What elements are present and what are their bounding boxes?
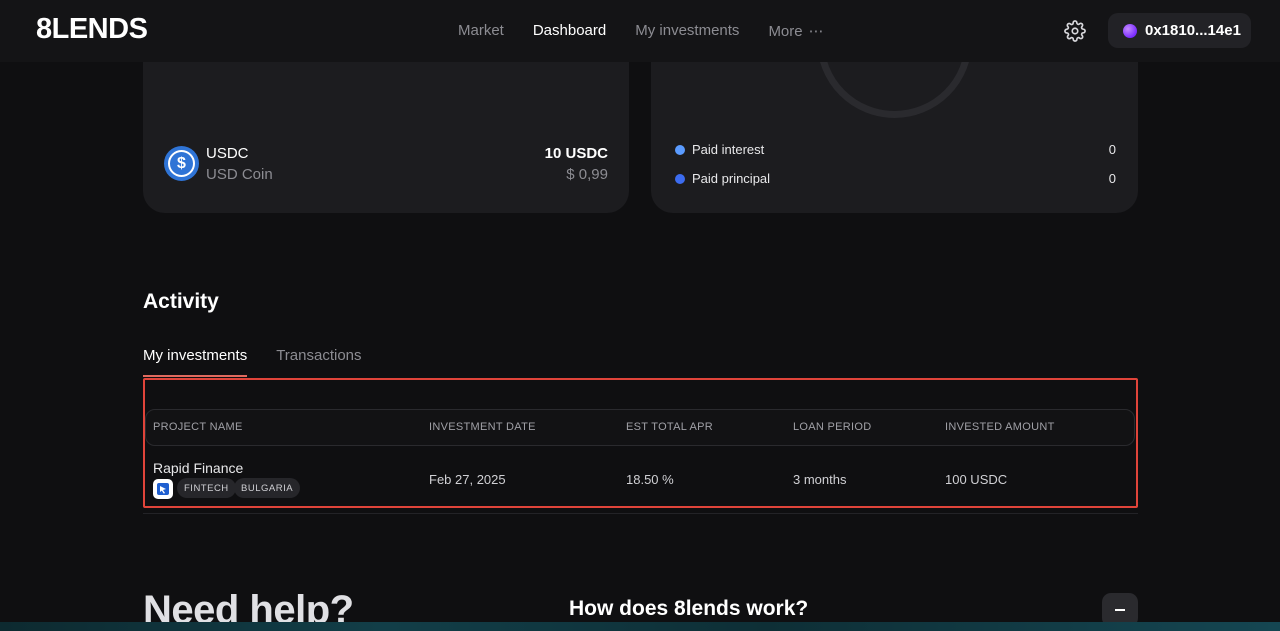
tab-my-investments[interactable]: My investments — [143, 347, 248, 377]
legend-dot-icon — [675, 144, 685, 155]
legend-label: Paid interest — [692, 142, 765, 157]
activity-title: Activity — [143, 290, 219, 313]
legend-value-paid-interest: 0 — [1108, 142, 1116, 157]
logo[interactable]: 8LENDS — [36, 13, 148, 46]
usdc-icon: $ — [164, 146, 199, 181]
wallet-address: 0x1810...14e1 — [1145, 22, 1241, 39]
legend-dot-icon — [675, 173, 685, 184]
wallet-button[interactable]: 0x1810...14e1 — [1108, 13, 1251, 48]
dollar-sign-icon: $ — [168, 150, 195, 177]
wallet-avatar-icon — [1123, 23, 1137, 38]
asset-symbol: USDC — [206, 145, 249, 162]
more-dots-icon: ⋯ — [808, 23, 825, 40]
asset-amount: 10 USDC — [544, 145, 608, 162]
faq-question[interactable]: How does 8lends work? — [569, 597, 808, 621]
legend-paid-principal: Paid principal — [675, 171, 770, 186]
tab-transactions[interactable]: Transactions — [276, 347, 361, 377]
footer-gradient — [0, 622, 1280, 631]
nav-item-more[interactable]: More ⋯ — [768, 22, 824, 40]
table-bottom-divider — [143, 513, 1138, 514]
asset-name: USD Coin — [206, 166, 273, 183]
asset-usd-value: $ 0,99 — [566, 166, 608, 183]
nav-item-dashboard[interactable]: Dashboard — [533, 22, 606, 40]
gear-icon[interactable] — [1064, 20, 1086, 42]
table-highlight-box — [143, 378, 1138, 508]
legend-value-paid-principal: 0 — [1108, 171, 1116, 186]
activity-tabs: My investments Transactions — [143, 347, 362, 377]
minus-icon — [1115, 609, 1125, 611]
top-navigation: 8LENDS Market Dashboard My investments M… — [0, 0, 1280, 62]
nav-item-more-label: More — [768, 23, 803, 40]
main-nav: Market Dashboard My investments More ⋯ — [458, 22, 825, 40]
legend-paid-interest: Paid interest — [675, 142, 764, 157]
nav-item-my-investments[interactable]: My investments — [635, 22, 739, 40]
legend-label: Paid principal — [692, 171, 771, 186]
nav-item-market[interactable]: Market — [458, 22, 504, 40]
